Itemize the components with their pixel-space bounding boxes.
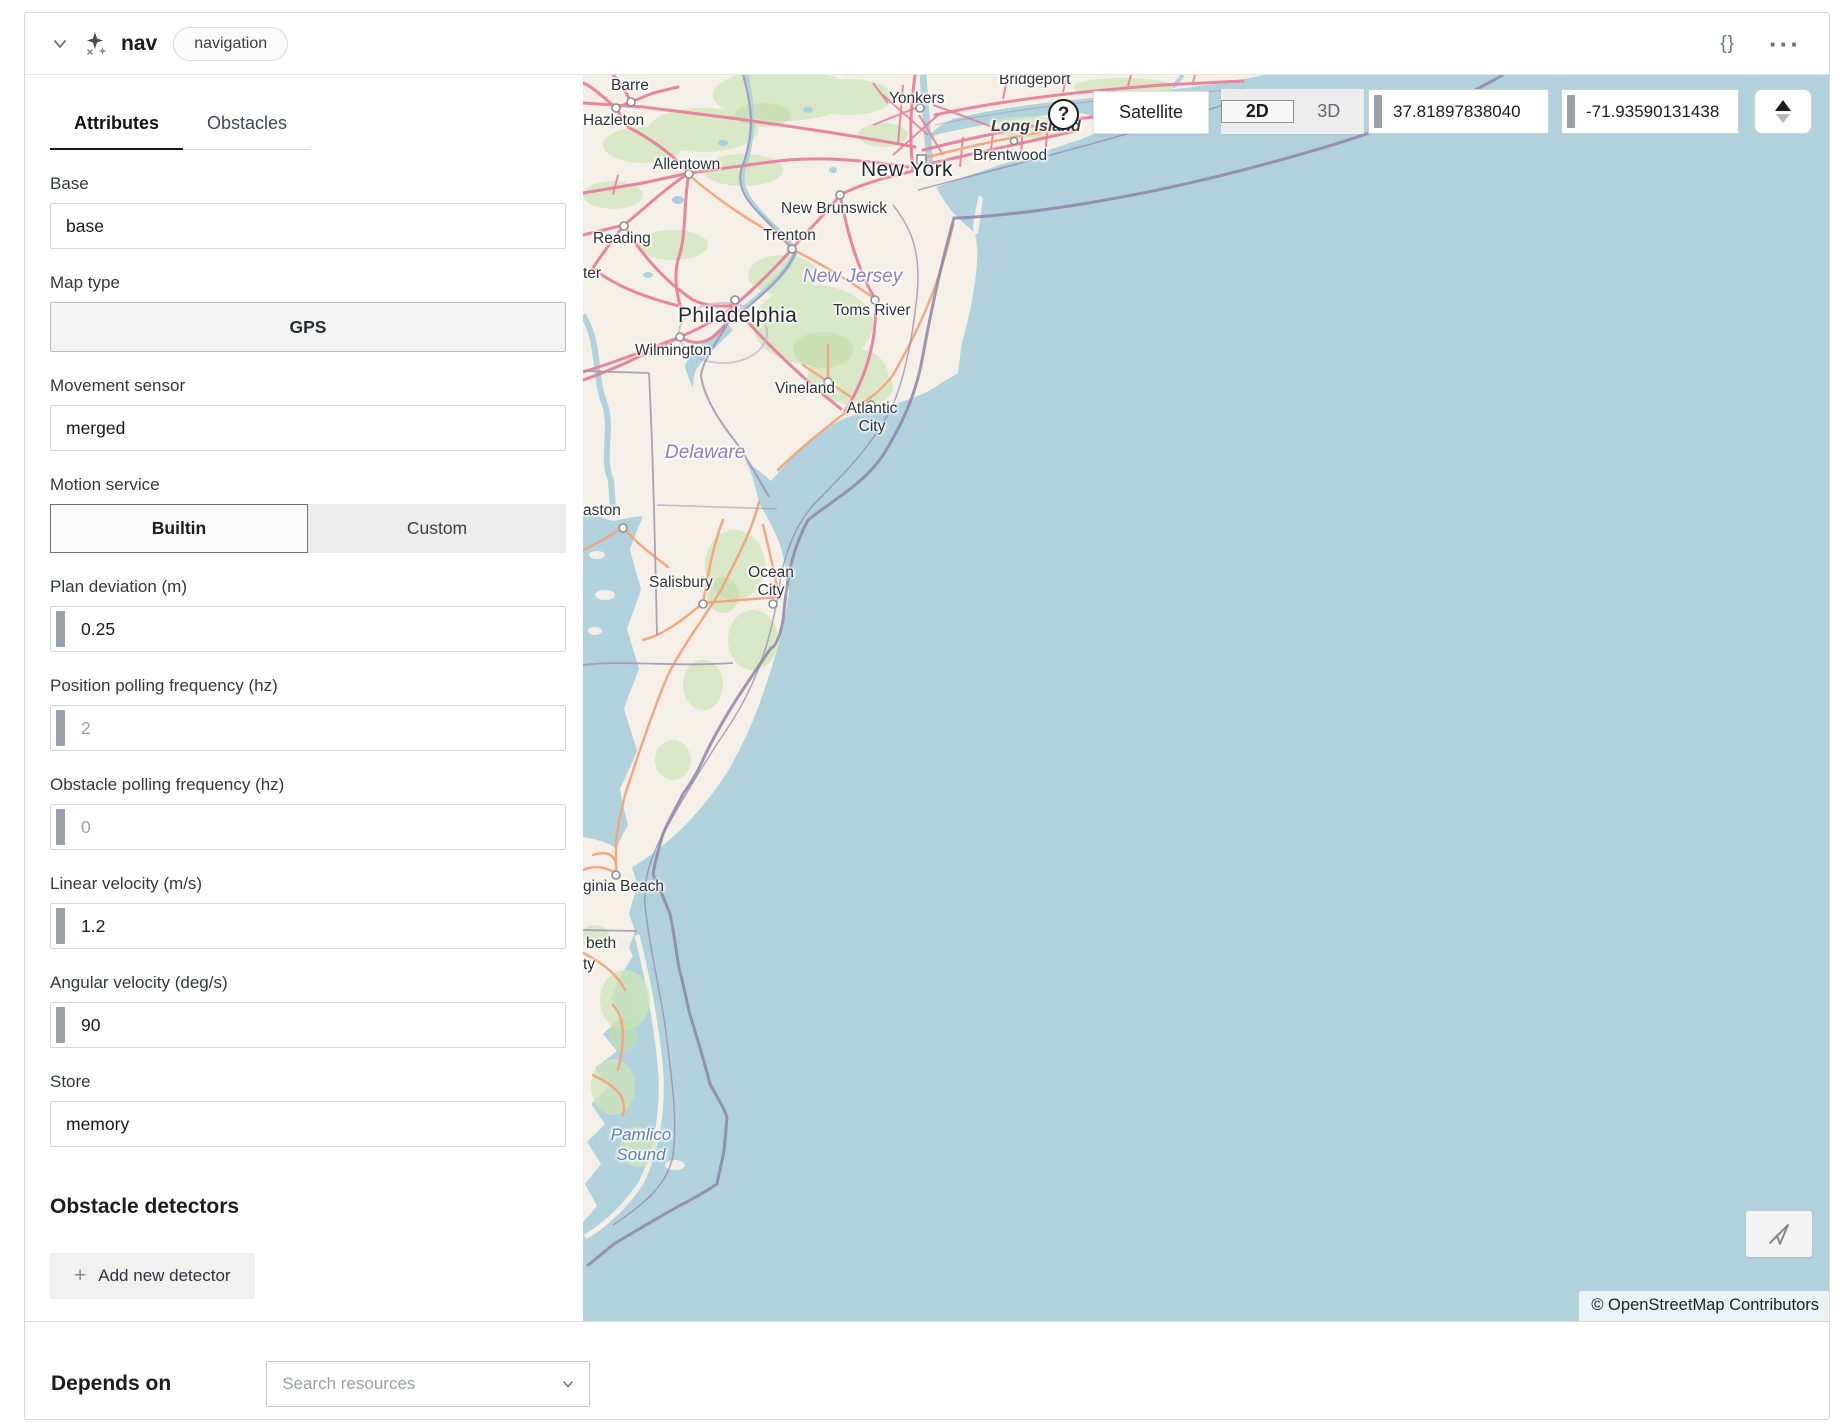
- latitude-input-wrap: [1368, 89, 1549, 134]
- zoom-stepper[interactable]: [1754, 89, 1812, 134]
- angular-velocity-input[interactable]: [50, 1002, 566, 1048]
- angular-velocity-label: Angular velocity (deg/s): [50, 973, 566, 993]
- movement-sensor-label: Movement sensor: [50, 376, 566, 396]
- navigation-arrow-icon: [1766, 1221, 1792, 1247]
- step-up-icon[interactable]: [1775, 100, 1791, 111]
- config-panel: Attributes Obstacles Base Map type GPS M…: [25, 75, 583, 1321]
- step-down-icon[interactable]: [1776, 114, 1790, 123]
- card-footer: Depends on Search resources: [25, 1321, 1829, 1419]
- card-header: nav navigation {} ···: [25, 13, 1829, 75]
- depends-on-select[interactable]: Search resources: [266, 1361, 590, 1407]
- position-polling-label: Position polling frequency (hz): [50, 676, 566, 696]
- collapse-chevron-icon[interactable]: [51, 35, 69, 53]
- position-polling-input[interactable]: [50, 705, 566, 751]
- map-canvas: [583, 75, 1829, 1321]
- base-input-wrap: [50, 203, 566, 249]
- map-dimension-segmented: 2D 3D: [1221, 89, 1364, 134]
- map-3d-button[interactable]: 3D: [1294, 101, 1365, 122]
- more-menu-icon[interactable]: ···: [1769, 39, 1801, 49]
- position-polling-input-wrap: [50, 705, 566, 751]
- map-type-gps-button[interactable]: GPS: [50, 302, 566, 352]
- obstacle-polling-label: Obstacle polling frequency (hz): [50, 775, 566, 795]
- add-detector-label: Add new detector: [98, 1266, 230, 1286]
- obstacle-detectors-heading: Obstacle detectors: [50, 1195, 566, 1219]
- linear-velocity-label: Linear velocity (m/s): [50, 874, 566, 894]
- depends-on-placeholder: Search resources: [282, 1374, 561, 1394]
- tab-obstacles[interactable]: Obstacles: [183, 103, 311, 149]
- plan-deviation-input[interactable]: [50, 606, 566, 652]
- map-2d-button[interactable]: 2D: [1221, 100, 1294, 123]
- map-attribution: © OpenStreetMap Contributors: [1579, 1291, 1829, 1321]
- panel-tabs: Attributes Obstacles: [50, 103, 311, 150]
- movement-sensor-input[interactable]: [50, 405, 566, 451]
- linear-velocity-input[interactable]: [50, 903, 566, 949]
- chevron-down-icon: [561, 1377, 575, 1391]
- tab-attributes[interactable]: Attributes: [50, 103, 183, 150]
- angular-velocity-input-wrap: [50, 1002, 566, 1048]
- map-type-label: Map type: [50, 273, 566, 293]
- store-input[interactable]: [50, 1101, 566, 1147]
- store-input-wrap: [50, 1101, 566, 1147]
- linear-velocity-input-wrap: [50, 903, 566, 949]
- base-input[interactable]: [50, 203, 566, 249]
- motion-service-label: Motion service: [50, 475, 566, 495]
- json-mode-icon[interactable]: {}: [1720, 33, 1735, 55]
- map-help-icon[interactable]: ?: [1048, 99, 1079, 130]
- plan-deviation-label: Plan deviation (m): [50, 577, 566, 597]
- add-detector-button[interactable]: + Add new detector: [50, 1253, 255, 1299]
- obstacle-polling-input-wrap: [50, 804, 566, 850]
- plus-icon: +: [74, 1268, 86, 1284]
- navigation-service-icon: [83, 31, 109, 57]
- locate-button[interactable]: [1746, 1211, 1812, 1257]
- plan-deviation-input-wrap: [50, 606, 566, 652]
- resource-title: nav: [121, 32, 157, 56]
- motion-service-segmented: Builtin Custom: [50, 504, 566, 553]
- motion-service-builtin-option[interactable]: Builtin: [50, 504, 308, 553]
- longitude-input-wrap: [1561, 89, 1739, 134]
- resource-type-badge: navigation: [173, 27, 288, 61]
- movement-sensor-input-wrap: [50, 405, 566, 451]
- longitude-input[interactable]: [1562, 90, 1738, 133]
- satellite-toggle-button[interactable]: Satellite: [1093, 91, 1209, 134]
- latitude-input[interactable]: [1369, 90, 1548, 133]
- resource-card: nav navigation {} ··· Attributes Obstacl…: [24, 12, 1830, 1420]
- navigation-map[interactable]: BarreHazletonAllentownReadingterYonkersB…: [583, 75, 1829, 1321]
- motion-service-custom-option[interactable]: Custom: [308, 504, 566, 553]
- depends-on-heading: Depends on: [51, 1372, 171, 1396]
- obstacle-polling-input[interactable]: [50, 804, 566, 850]
- store-label: Store: [50, 1072, 566, 1092]
- base-label: Base: [50, 174, 566, 194]
